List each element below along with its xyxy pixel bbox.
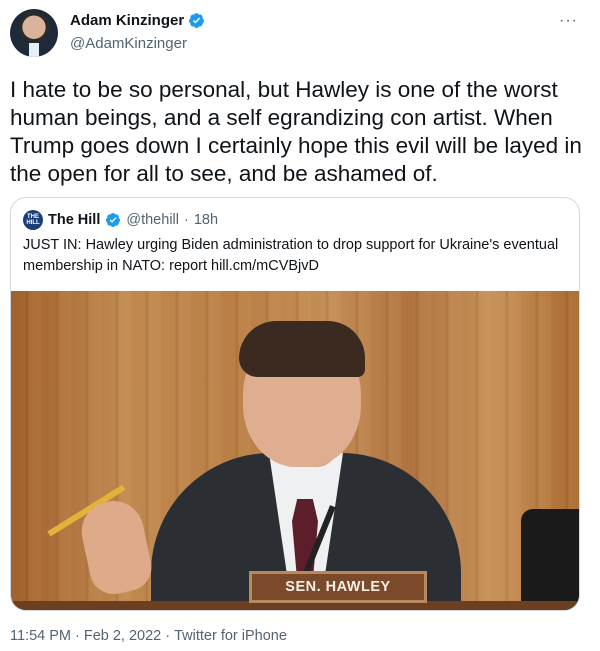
tweet-timestamp: 11:54 PM · Feb 2, 2022 · Twitter for iPh… [10, 628, 287, 644]
author-display-name[interactable]: Adam Kinzinger [70, 12, 184, 29]
timestamp-separator: · [75, 628, 80, 644]
quoted-author-avatar: THE HILL [23, 210, 43, 230]
avatar-collar [29, 43, 39, 57]
quoted-tweet-age: 18h [193, 212, 219, 228]
tweet-time[interactable]: 11:54 PM [10, 628, 71, 644]
author-avatar[interactable] [10, 9, 58, 57]
source-separator: · [165, 628, 171, 644]
quoted-tweet[interactable]: THE HILL The Hill @thehill · 18h JUST IN… [10, 197, 580, 611]
tweet-date[interactable]: Feb 2, 2022 [84, 628, 161, 644]
nameplate: SEN. HAWLEY [249, 571, 427, 603]
quoted-author-name: The Hill [48, 212, 101, 228]
quoted-author-handle: @thehill [126, 212, 179, 228]
senator-hair [239, 321, 365, 377]
quoted-verified-badge-icon [106, 213, 121, 227]
nameplate-text: SEN. HAWLEY [285, 579, 391, 595]
tweet-text: I hate to be so personal, but Hawley is … [10, 77, 582, 186]
author-name-row: Adam Kinzinger [70, 12, 205, 29]
quoted-meta-separator: · [183, 212, 189, 228]
quoted-tweet-header: THE HILL The Hill @thehill · 18h [23, 210, 218, 230]
more-options-icon[interactable]: ··· [559, 12, 578, 30]
background-chair [521, 509, 579, 610]
verified-badge-icon [189, 13, 205, 28]
tweet-source[interactable]: Twitter for iPhone [174, 628, 287, 644]
quoted-tweet-photo[interactable]: SEN. HAWLEY [11, 291, 579, 610]
author-handle[interactable]: @AdamKinzinger [70, 35, 187, 52]
tweet-card: Adam Kinzinger @AdamKinzinger ··· I hate… [0, 0, 600, 651]
quoted-tweet-text: JUST IN: Hawley urging Biden administrat… [23, 237, 559, 274]
